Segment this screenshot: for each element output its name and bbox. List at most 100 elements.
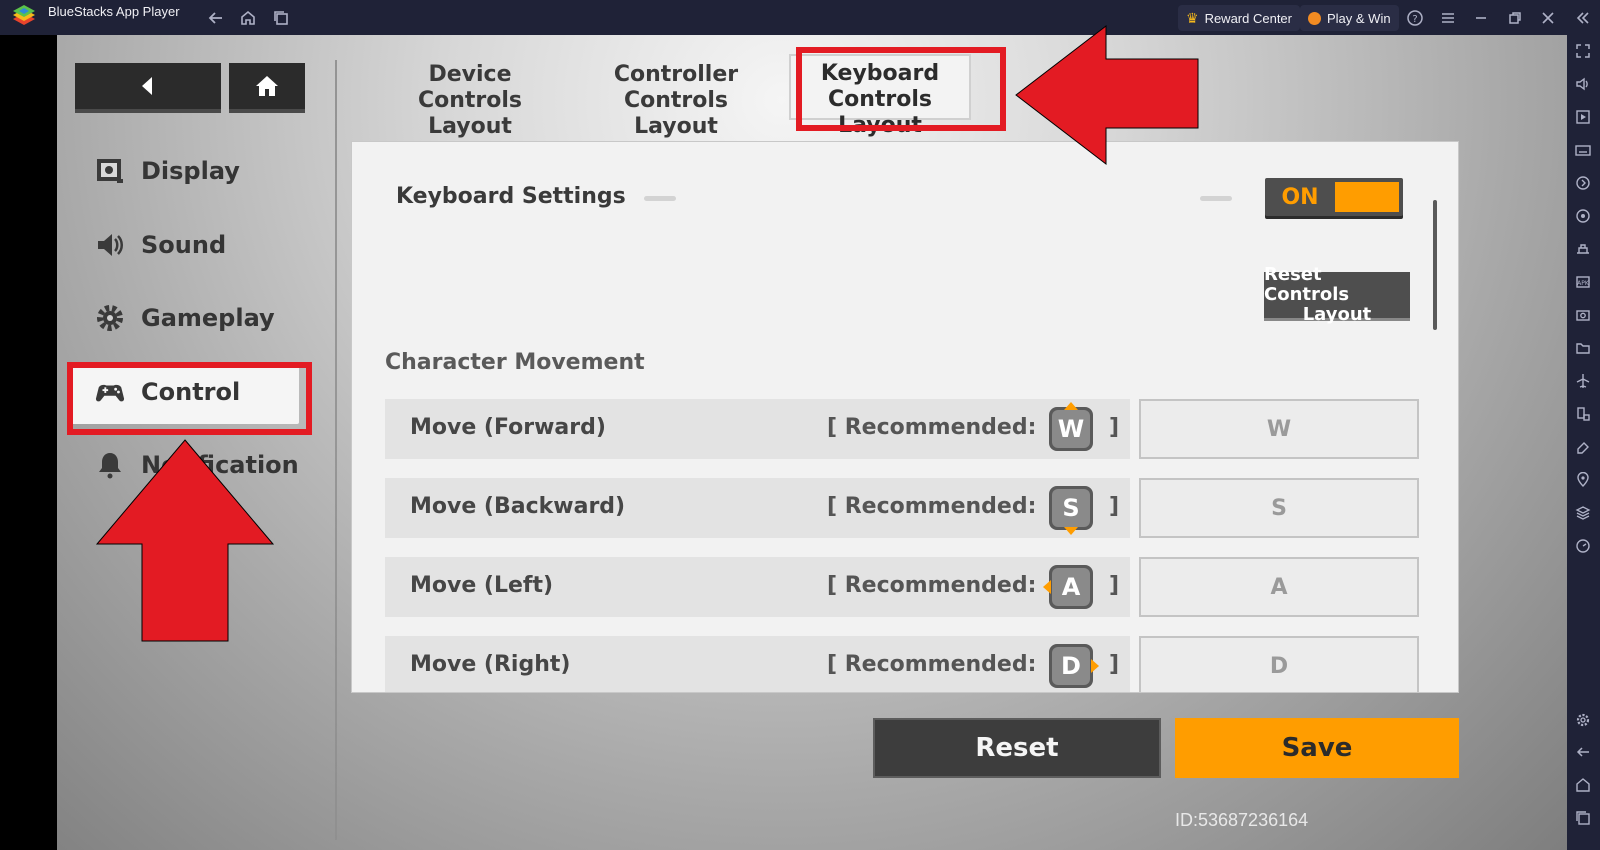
menu-label-display: Display — [141, 157, 240, 185]
back-arrow-icon[interactable] — [204, 6, 228, 30]
highlight-box-keyboard-tab — [796, 47, 1006, 131]
multi-instance-icon[interactable] — [269, 6, 293, 30]
game-settings-screen: Display Sound Gameplay Control Notificat… — [57, 35, 1567, 850]
player-id: ID:53687236164 — [1175, 810, 1309, 830]
eraser-icon[interactable] — [1573, 437, 1593, 457]
key-binding-backward[interactable]: S — [1139, 478, 1419, 538]
panel-scrollbar[interactable] — [1433, 200, 1437, 330]
red-arrow-left-icon — [1015, 24, 1199, 166]
decor-dash-right — [1200, 196, 1232, 201]
keyboard-toggle[interactable]: ON — [1265, 178, 1403, 216]
bluestacks-logo-icon — [11, 5, 37, 29]
recommended-prefix: [ Recommended: — [827, 494, 1037, 519]
resize-icon[interactable] — [1573, 404, 1593, 424]
back-chevron-icon — [142, 77, 152, 95]
key-binding-left[interactable]: A — [1139, 557, 1419, 617]
settings-gear-icon[interactable] — [1573, 710, 1593, 730]
arrow-down-icon — [1064, 527, 1078, 535]
assigned-key: A — [1270, 574, 1288, 600]
gear-icon — [95, 303, 125, 333]
tab-controller-controls-layout[interactable]: Controller Controls Layout — [583, 60, 769, 139]
macro-icon[interactable] — [1573, 173, 1593, 193]
play-win-label: Play & Win — [1327, 10, 1391, 26]
reset-button[interactable]: Reset — [873, 718, 1161, 778]
bracket-close: ] — [1109, 573, 1120, 598]
keycap-letter: S — [1052, 489, 1090, 527]
assigned-key: D — [1269, 653, 1289, 679]
restore-icon[interactable] — [1503, 6, 1527, 30]
right-toolbar: APK — [1567, 35, 1600, 850]
volume-icon[interactable] — [1573, 74, 1593, 94]
tab-device-controls-layout[interactable]: Device Controls Layout — [373, 60, 567, 139]
bracket-close: ] — [1109, 494, 1120, 519]
performance-icon[interactable] — [1573, 536, 1593, 556]
home-button[interactable] — [229, 63, 305, 109]
arrow-right-icon — [1091, 659, 1099, 673]
airplane-icon[interactable] — [1573, 371, 1593, 391]
media-icon[interactable] — [1573, 107, 1593, 127]
assigned-key: W — [1266, 416, 1292, 442]
layers-icon[interactable] — [1573, 503, 1593, 523]
back-button[interactable] — [75, 63, 221, 109]
tab-device-line2: Layout — [428, 114, 512, 139]
bracket-close: ] — [1109, 652, 1120, 677]
keyboard-settings-panel: Keyboard Settings ON Reset Controls Layo… — [351, 141, 1459, 693]
home-house-icon — [256, 76, 278, 96]
keycap-letter: A — [1052, 568, 1090, 606]
reset-controls-layout-button[interactable]: Reset Controls Layout — [1264, 265, 1410, 325]
reset-layout-line1: Reset Controls — [1264, 264, 1350, 305]
recommended-prefix: [ Recommended: — [827, 415, 1037, 440]
fullscreen-icon[interactable] — [1573, 41, 1593, 61]
bracket-close: ] — [1109, 415, 1120, 440]
recommended-prefix: [ Recommended: — [827, 573, 1037, 598]
menu-item-sound[interactable]: Sound — [95, 220, 226, 270]
menu-label-gameplay: Gameplay — [141, 304, 275, 332]
minimize-icon[interactable] — [1469, 6, 1493, 30]
recommended-keycap: A — [1049, 565, 1093, 609]
key-binding-right[interactable]: D — [1139, 636, 1419, 692]
save-button[interactable]: Save — [1175, 718, 1459, 778]
assigned-key: S — [1271, 495, 1287, 521]
recommended-keycap: D — [1049, 644, 1093, 688]
keyboard-settings-label: Keyboard Settings — [396, 184, 626, 209]
menu-icon[interactable] — [1436, 6, 1460, 30]
menu-label-sound: Sound — [141, 231, 227, 259]
tab-controller-line1: Controller — [613, 62, 739, 87]
control-row-backward: Move (Backward) [ Recommended: S ] — [385, 478, 1130, 538]
title-bar: BlueStacks App Player ♛ Reward Center Pl… — [0, 0, 1600, 35]
menu-item-gameplay[interactable]: Gameplay — [95, 293, 275, 343]
svg-text:?: ? — [1412, 14, 1417, 25]
location-icon[interactable] — [1573, 470, 1593, 490]
android-home-icon[interactable] — [1573, 775, 1593, 795]
row-label: Move (Backward) — [410, 494, 626, 519]
android-back-icon[interactable] — [1573, 742, 1593, 762]
keyboard-icon[interactable] — [1573, 140, 1593, 160]
screenshot-icon[interactable] — [1573, 305, 1593, 325]
home-icon[interactable] — [236, 6, 260, 30]
arrow-left-icon — [1043, 580, 1051, 594]
reset-layout-line2: Layout — [1302, 304, 1372, 325]
rotate-icon[interactable] — [1573, 206, 1593, 226]
collapse-sidebar-icon[interactable] — [1570, 6, 1594, 30]
apk-icon[interactable]: APK — [1573, 272, 1593, 292]
menu-item-display[interactable]: Display — [95, 146, 240, 196]
recommended-keycap: W — [1049, 407, 1093, 451]
shake-icon[interactable] — [1573, 239, 1593, 259]
red-arrow-up-icon — [95, 439, 275, 642]
tab-controller-line2: Controls Layout — [623, 88, 729, 139]
key-binding-forward[interactable]: W — [1139, 399, 1419, 459]
row-label: Move (Right) — [410, 652, 571, 677]
folder-icon[interactable] — [1573, 338, 1593, 358]
keycap-letter: W — [1052, 410, 1090, 448]
help-icon[interactable]: ? — [1403, 6, 1427, 30]
row-label: Move (Left) — [410, 573, 554, 598]
play-win-button[interactable]: Play & Win — [1300, 5, 1399, 31]
recent-apps-icon[interactable] — [1573, 808, 1593, 828]
svg-text:APK: APK — [1577, 280, 1590, 287]
close-icon[interactable] — [1536, 6, 1560, 30]
reward-center-label: Reward Center — [1204, 10, 1292, 26]
arrow-up-icon — [1064, 402, 1078, 410]
save-label: Save — [1281, 733, 1353, 763]
row-label: Move (Forward) — [410, 415, 606, 440]
decor-dash-left — [644, 196, 676, 201]
